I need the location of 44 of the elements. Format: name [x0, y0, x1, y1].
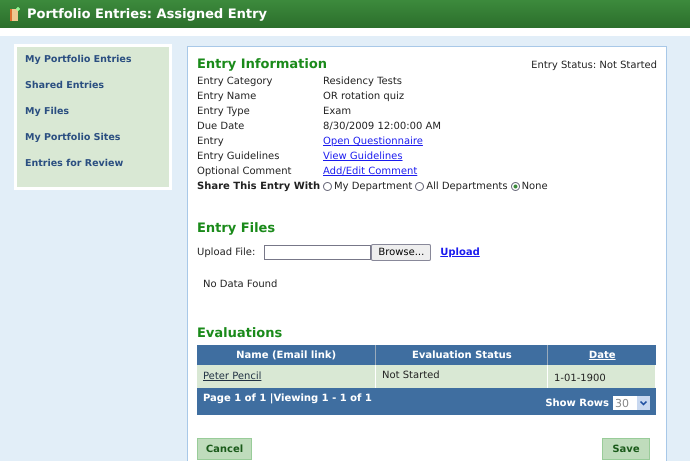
field-value: 8/30/2009 12:00:00 AM — [323, 120, 442, 133]
field-label: Entry Name — [197, 90, 258, 103]
page-title: Portfolio Entries: Assigned Entry — [27, 6, 267, 22]
sidebar-link[interactable]: Entries for Review — [25, 157, 169, 183]
rows-dropdown[interactable]: 30 — [613, 396, 650, 410]
radio-option[interactable]: None — [510, 180, 548, 193]
show-rows-label: Show Rows — [545, 398, 609, 408]
radio-option[interactable]: My Department — [323, 180, 412, 193]
section-heading: Entry Files — [197, 221, 276, 236]
field-label: Entry Category — [197, 75, 274, 88]
section-heading: Evaluations — [197, 326, 284, 341]
section-heading: Entry Information — [197, 57, 328, 72]
field-link[interactable]: View Guidelines — [323, 150, 657, 163]
radio-icon[interactable] — [510, 182, 520, 191]
field-value: Residency Tests — [323, 75, 403, 88]
radio-option[interactable]: All Departments — [415, 180, 508, 193]
field-link[interactable]: Add/Edit Comment — [323, 165, 657, 178]
entry-status: Entry Status: Not Started — [531, 60, 657, 71]
field-label: Entry Type — [197, 105, 251, 118]
field-label: Entry Guidelines — [197, 150, 280, 163]
sidebar-link[interactable]: My Files — [25, 105, 169, 131]
empty-message: No Data Found — [203, 279, 278, 290]
file-path-field[interactable] — [264, 245, 372, 260]
field-label: Share This Entry With — [197, 180, 322, 193]
sidebar-link[interactable]: My Portfolio Sites — [25, 131, 169, 157]
field-label: Entry — [197, 135, 225, 148]
email-link[interactable]: Peter Pencil — [203, 371, 262, 382]
field-value: OR rotation quiz — [323, 90, 406, 103]
browse-button[interactable]: Browse... — [371, 244, 432, 261]
field-label: Upload File: — [197, 247, 256, 258]
sidebar-link[interactable]: Shared Entries — [25, 79, 169, 105]
sidebar-link[interactable]: My Portfolio Entries — [25, 53, 169, 79]
action-button[interactable]: Cancel — [197, 438, 252, 460]
field-label: Due Date — [197, 120, 246, 133]
field-value: Exam — [323, 105, 352, 118]
radio-icon[interactable] — [415, 182, 424, 191]
pager-text: Page 1 of 1 |Viewing 1 - 1 of 1 — [203, 393, 372, 404]
field-label: Optional Comment — [197, 165, 292, 178]
sortable-column-header[interactable]: Date — [548, 345, 656, 365]
document-icon — [10, 7, 21, 21]
action-button[interactable]: Save — [602, 438, 650, 460]
upload-link[interactable]: Upload — [440, 247, 480, 258]
radio-icon[interactable] — [323, 182, 332, 191]
field-link[interactable]: Open Questionnaire — [323, 135, 657, 148]
